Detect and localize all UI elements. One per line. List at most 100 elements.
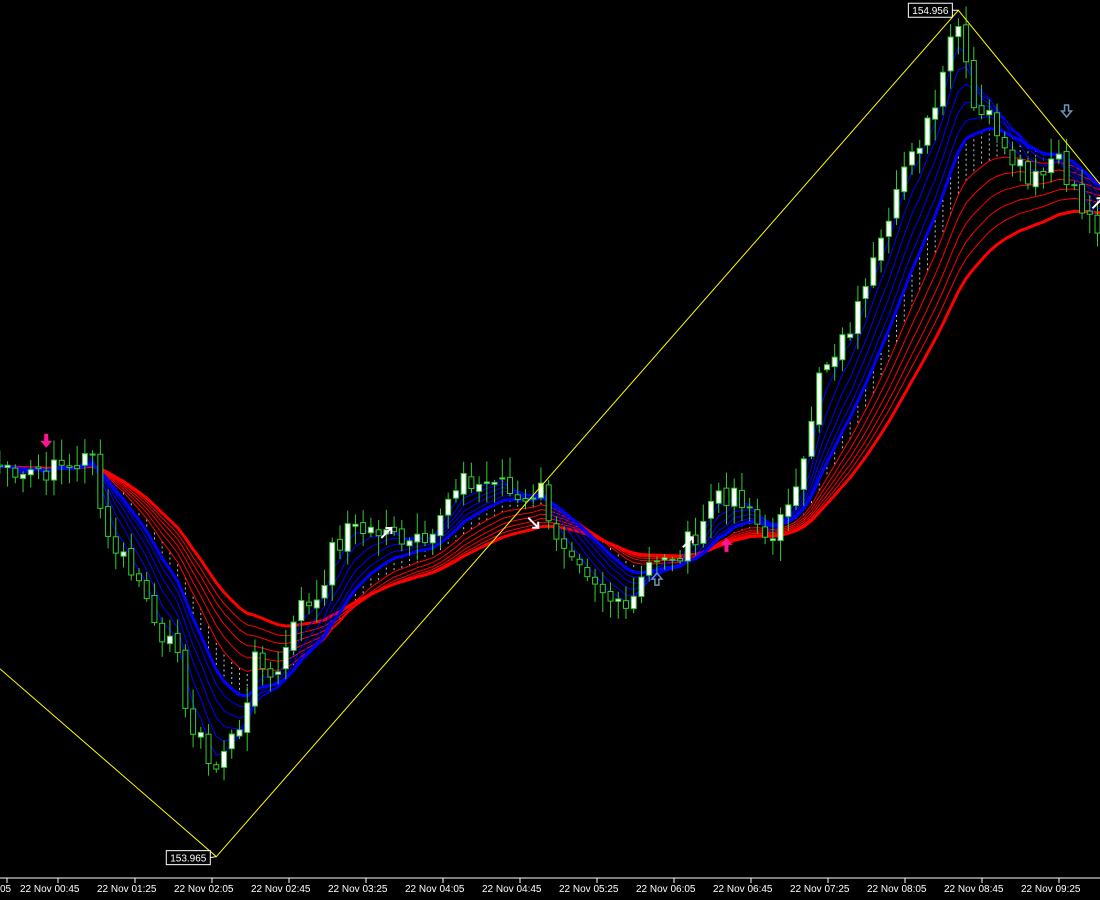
candle-body	[700, 520, 707, 544]
candle-body	[143, 580, 150, 600]
x-tick-label: 22 Nov 08:05	[867, 884, 927, 895]
candle-body	[128, 548, 135, 576]
candle-body	[105, 506, 112, 537]
candle-body	[251, 651, 258, 707]
candle-body	[970, 60, 977, 109]
candle-body	[994, 112, 1001, 137]
candle-body	[1048, 158, 1055, 174]
candle-body	[1086, 210, 1093, 215]
candle-body	[916, 147, 923, 154]
ma-fast-line	[0, 126, 1100, 698]
ma-slow-line	[0, 188, 1100, 645]
x-tick-label: 22 Nov 09:25	[1021, 884, 1081, 895]
candle-body	[1024, 161, 1031, 185]
candle-body	[986, 109, 993, 116]
candle-body	[653, 560, 660, 563]
price-label-text: 153.965	[170, 854, 207, 865]
candle-body	[452, 490, 459, 499]
candle-body	[561, 538, 568, 549]
candle-body	[12, 467, 19, 478]
candle-body	[491, 481, 498, 485]
candle-body	[731, 487, 738, 507]
x-axis: 05 22 Nov 00:45 22 Nov 01:25 22 Nov 02:05 22…	[0, 878, 1081, 895]
candle-body	[58, 459, 65, 466]
price-label-swing-high: 154.956	[907, 2, 959, 18]
candle-body	[1079, 183, 1086, 214]
x-tick-label: 22 Nov 04:45	[482, 884, 542, 895]
candle-body	[336, 538, 343, 551]
candle-body	[20, 473, 27, 479]
candle-body	[174, 632, 181, 653]
candle-body	[514, 494, 521, 500]
candle-body	[244, 702, 251, 733]
candle-body	[1055, 153, 1062, 160]
candle-body	[715, 490, 722, 504]
candle-body	[723, 487, 730, 507]
candle-body	[839, 334, 846, 361]
candle-body	[437, 515, 444, 537]
candle-body	[282, 646, 289, 670]
x-tick-label: 22 Nov 07:25	[790, 884, 850, 895]
candle-body	[1071, 184, 1078, 187]
candle-body	[236, 729, 243, 737]
chart-window: 154.956 153.965 05 22 Nov 00:45 22 Nov 01:2…	[0, 0, 1100, 900]
candle-body	[831, 356, 838, 368]
candle-body	[646, 561, 653, 576]
candle-body	[584, 566, 591, 578]
arrow-down-outline-icon	[1059, 104, 1074, 119]
candle-body	[166, 635, 173, 645]
candle-body	[545, 484, 552, 522]
candle-body	[267, 668, 274, 678]
candle-body	[1094, 214, 1100, 234]
candle-body	[344, 523, 351, 552]
candle-body	[878, 237, 885, 261]
candle-body	[762, 526, 769, 538]
candle-body	[460, 472, 467, 495]
candle-body	[638, 576, 645, 597]
candle-body	[507, 476, 514, 495]
candle-body	[669, 558, 676, 561]
candle-body	[568, 550, 575, 558]
candle-body	[352, 523, 359, 527]
x-tick-label: 22 Nov 06:45	[713, 884, 773, 895]
candle-body	[885, 220, 892, 237]
price-label-text: 154.956	[912, 6, 949, 17]
candle-body	[924, 117, 931, 146]
candle-body	[530, 497, 537, 500]
x-tick-label: 22 Nov 04:05	[405, 884, 465, 895]
candle-body	[483, 481, 490, 484]
candle-body	[808, 420, 815, 457]
candle-body	[754, 509, 761, 525]
candle-body	[1040, 171, 1047, 176]
candle-body	[275, 671, 282, 675]
candle-body	[769, 538, 776, 542]
candle-body	[151, 594, 158, 624]
candle-body	[746, 506, 753, 509]
candle-body	[414, 533, 421, 543]
candle-body	[4, 464, 11, 469]
candle-body	[213, 764, 220, 770]
candle-body	[0, 464, 3, 468]
signal-arrows	[40, 104, 1100, 586]
candle-body	[228, 733, 235, 750]
candle-body	[901, 166, 908, 193]
candle-body	[862, 285, 869, 299]
candle-body	[978, 105, 985, 116]
candle-body	[259, 652, 266, 670]
x-tick-label: 05	[0, 884, 12, 895]
candle-body	[159, 622, 166, 643]
candle-body	[793, 486, 800, 507]
candle-body	[190, 708, 197, 735]
candle-body	[89, 453, 96, 456]
candle-body	[468, 476, 475, 490]
price-chart[interactable]: 154.956 153.965 05 22 Nov 00:45 22 Nov 01:2…	[0, 0, 1100, 900]
candle-body	[97, 453, 104, 509]
candlestick-series	[0, 6, 1100, 781]
moving-average-ribbon	[0, 46, 1100, 756]
candle-body	[947, 36, 954, 72]
candle-body	[939, 71, 946, 107]
candle-body	[576, 558, 583, 566]
candle-body	[847, 333, 854, 339]
candle-body	[135, 573, 142, 582]
price-label-swing-low: 153.965	[165, 850, 217, 866]
